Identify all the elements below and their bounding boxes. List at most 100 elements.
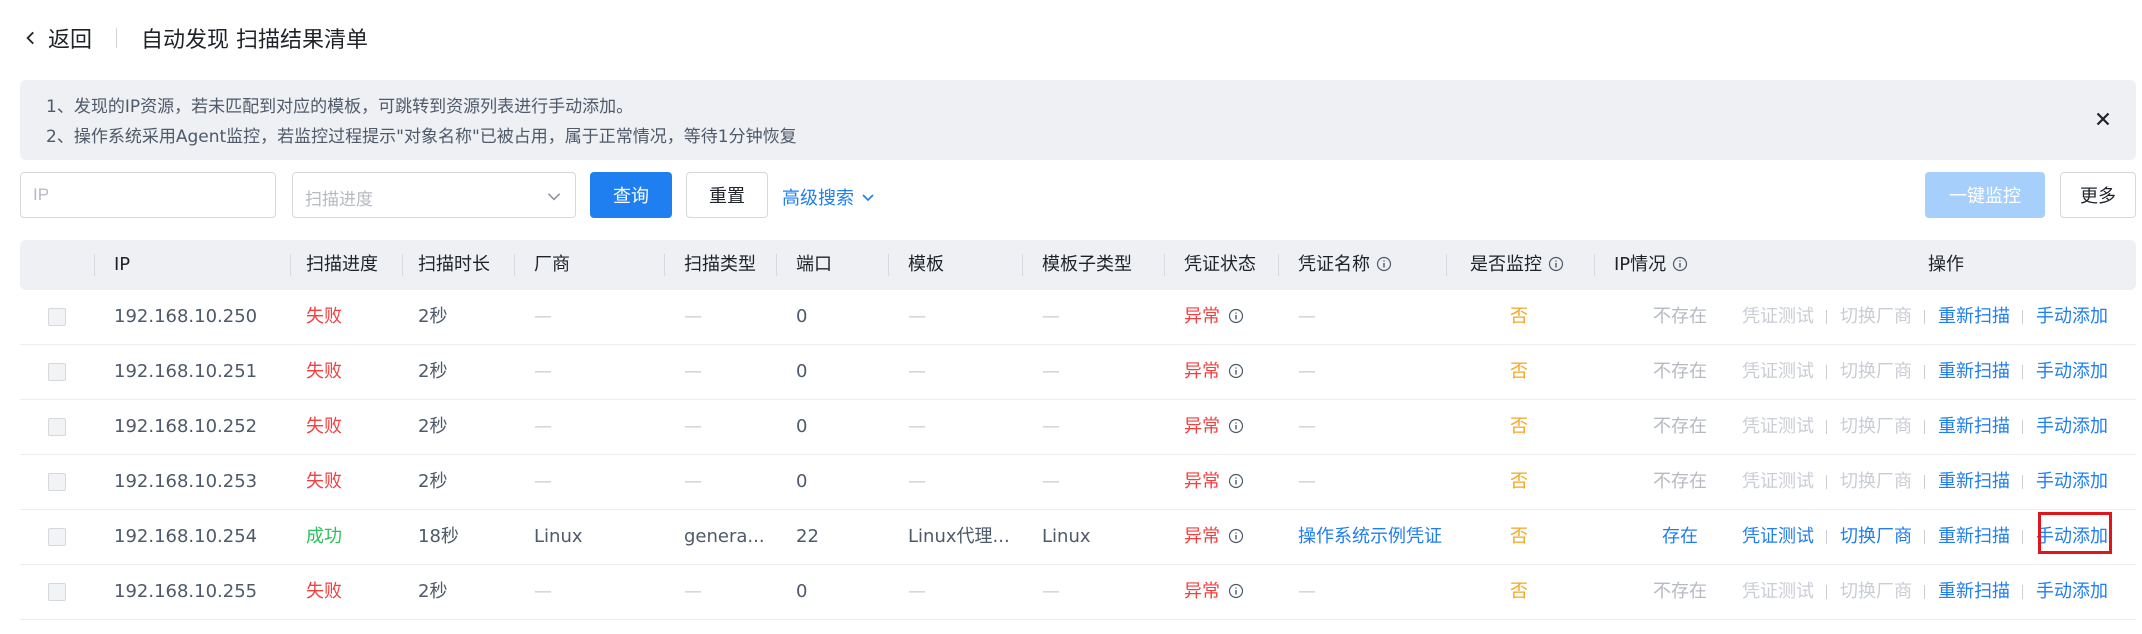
cell-scan-duration: 2秒 — [418, 416, 448, 437]
cred-test-link[interactable]: 凭证测试 — [1742, 455, 1814, 509]
filter-toolbar: 扫描进度 查询 重置 高级搜索 一键监控 更多 — [20, 172, 2136, 220]
rescan-link[interactable]: 重新扫描 — [1938, 290, 2010, 344]
cred-test-link[interactable]: 凭证测试 — [1742, 290, 1814, 344]
switch-vendor-link[interactable]: 切换厂商 — [1840, 345, 1912, 399]
manual-add-link[interactable]: 手动添加 — [2036, 345, 2108, 399]
cell-template-subtype: — — [1042, 581, 1060, 602]
more-button[interactable]: 更多 — [2060, 172, 2136, 218]
cell-cred-name: — — [1298, 306, 1316, 327]
switch-vendor-link[interactable]: 切换厂商 — [1840, 290, 1912, 344]
rescan-link[interactable]: 重新扫描 — [1938, 345, 2010, 399]
row-checkbox[interactable] — [48, 418, 66, 436]
back-button[interactable]: 返回 — [22, 22, 92, 54]
info-icon[interactable] — [1548, 256, 1564, 272]
header-divider — [1446, 254, 1447, 276]
row-checkbox[interactable] — [48, 308, 66, 326]
row-checkbox[interactable] — [48, 363, 66, 381]
header-actions: 操作 — [1928, 254, 1964, 275]
cell-monitored: 否 — [1510, 581, 1528, 602]
cred-status-text: 异常 — [1184, 471, 1220, 492]
cell-port: 0 — [796, 361, 808, 382]
cell-cred-status: 异常 — [1184, 345, 1244, 399]
cred-test-link[interactable]: 凭证测试 — [1742, 400, 1814, 454]
cell-scan-type: genera... — [684, 526, 765, 547]
cred-test-link[interactable]: 凭证测试 — [1742, 345, 1814, 399]
header-divider — [1278, 254, 1279, 276]
manual-add-link[interactable]: 手动添加 — [2036, 565, 2108, 619]
cell-ip-status: 不存在 — [1653, 361, 1707, 382]
info-icon[interactable] — [1228, 473, 1244, 489]
reset-button[interactable]: 重置 — [686, 172, 768, 218]
cred-test-link[interactable]: 凭证测试 — [1742, 565, 1814, 619]
header-port: 端口 — [796, 254, 832, 275]
highlight-box — [2038, 512, 2112, 554]
cell-scan-duration: 2秒 — [418, 471, 448, 492]
manual-add-link[interactable]: 手动添加 — [2036, 290, 2108, 344]
row-checkbox[interactable] — [48, 583, 66, 601]
info-icon[interactable] — [1228, 583, 1244, 599]
rescan-link[interactable]: 重新扫描 — [1938, 400, 2010, 454]
cell-scan-type: — — [684, 416, 702, 437]
action-divider — [2022, 310, 2023, 324]
one-click-monitor-button[interactable]: 一键监控 — [1925, 172, 2045, 218]
cell-template: — — [908, 306, 926, 327]
action-divider — [2022, 420, 2023, 434]
action-divider — [2022, 475, 2023, 489]
row-checkbox[interactable] — [48, 473, 66, 491]
cell-ip: 192.168.10.253 — [114, 471, 258, 492]
cell-scan-type: — — [684, 581, 702, 602]
cell-ip-status: 存在 — [1662, 526, 1698, 547]
rescan-link[interactable]: 重新扫描 — [1938, 510, 2010, 564]
info-icon[interactable] — [1228, 528, 1244, 544]
info-icon[interactable] — [1228, 418, 1244, 434]
query-button[interactable]: 查询 — [590, 172, 672, 218]
cred-test-link[interactable]: 凭证测试 — [1742, 510, 1814, 564]
manual-add-link[interactable]: 手动添加 — [2036, 400, 2108, 454]
scan-results-table: IP 扫描进度 扫描时长 厂商 扫描类型 端口 模板 模板子类型 凭证状态 凭证… — [20, 240, 2136, 620]
info-icon[interactable] — [1672, 256, 1688, 272]
chevron-down-icon — [862, 194, 874, 202]
switch-vendor-link[interactable]: 切换厂商 — [1840, 565, 1912, 619]
row-checkbox[interactable] — [48, 528, 66, 546]
cell-cred-name: — — [1298, 581, 1316, 602]
cred-status-text: 异常 — [1184, 361, 1220, 382]
rescan-link[interactable]: 重新扫描 — [1938, 455, 2010, 509]
header-divider — [664, 254, 665, 276]
action-divider — [1826, 310, 1827, 324]
rescan-link[interactable]: 重新扫描 — [1938, 565, 2010, 619]
header-divider — [94, 254, 95, 276]
scan-progress-select[interactable]: 扫描进度 — [292, 172, 576, 218]
advanced-search-toggle[interactable]: 高级搜索 — [782, 184, 876, 210]
cell-cred-name: — — [1298, 416, 1316, 437]
switch-vendor-link[interactable]: 切换厂商 — [1840, 400, 1912, 454]
header-monitored: 是否监控 — [1470, 240, 1564, 290]
switch-vendor-link[interactable]: 切换厂商 — [1840, 510, 1912, 564]
ip-search-input[interactable] — [20, 172, 276, 218]
action-divider — [1924, 310, 1925, 324]
info-icon[interactable] — [1228, 308, 1244, 324]
close-icon[interactable] — [2092, 108, 2114, 130]
table-row: 192.168.10.252 失败 2秒 — — 0 — — 异常 — 否 不存… — [20, 400, 2136, 455]
info-icon[interactable] — [1376, 256, 1392, 272]
cred-status-text: 异常 — [1184, 416, 1220, 437]
cred-status-text: 异常 — [1184, 306, 1220, 327]
manual-add-link[interactable]: 手动添加 — [2036, 455, 2108, 509]
info-icon[interactable] — [1228, 363, 1244, 379]
cell-template: — — [908, 361, 926, 382]
cell-monitored: 否 — [1510, 416, 1528, 437]
cred-status-text: 异常 — [1184, 526, 1220, 547]
header-divider — [1022, 254, 1023, 276]
header-cred-name-label: 凭证名称 — [1298, 254, 1370, 275]
action-divider — [2022, 585, 2023, 599]
action-divider — [1826, 420, 1827, 434]
header-monitored-label: 是否监控 — [1470, 254, 1542, 275]
cell-monitored: 否 — [1510, 471, 1528, 492]
header-ip-status: IP情况 — [1614, 240, 1688, 290]
cell-scan-progress: 失败 — [306, 306, 342, 327]
cell-template-subtype: — — [1042, 416, 1060, 437]
cell-cred-status: 异常 — [1184, 565, 1244, 619]
cell-cred-status: 异常 — [1184, 400, 1244, 454]
header-divider — [1594, 254, 1595, 276]
switch-vendor-link[interactable]: 切换厂商 — [1840, 455, 1912, 509]
action-divider — [2022, 365, 2023, 379]
